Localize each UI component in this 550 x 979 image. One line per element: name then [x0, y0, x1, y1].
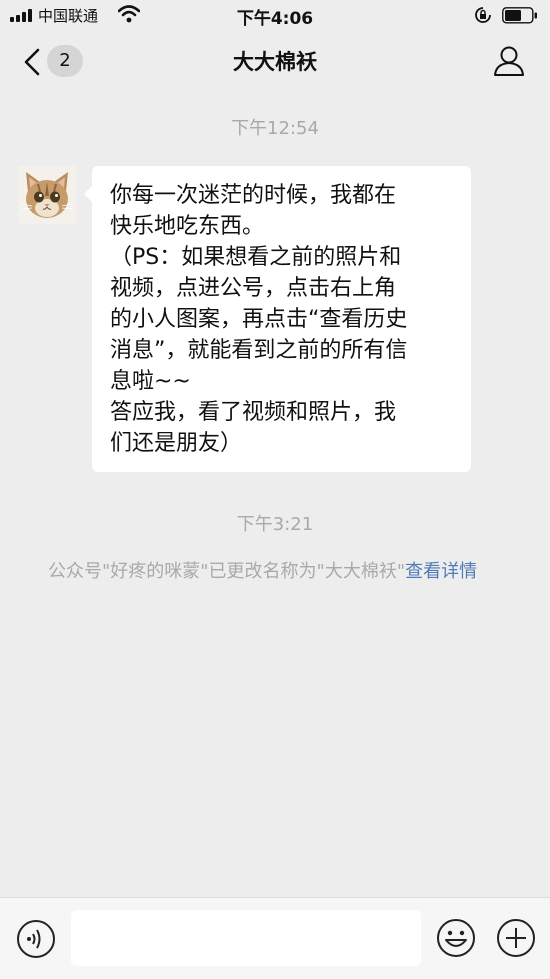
voice-button[interactable] [16, 919, 56, 959]
message-line: 快乐地吃东西。 [110, 214, 265, 239]
message-line: 们还是朋友） [110, 431, 243, 456]
message-line: （PS：如果想看之前的照片和 [110, 245, 402, 270]
rotation-lock-icon [475, 7, 491, 23]
message-line: 你每一次迷茫的时候，我都在 [110, 183, 397, 208]
view-details-link[interactable]: 查看详情 [405, 561, 477, 582]
emoji-button[interactable] [436, 918, 476, 958]
message-input[interactable] [71, 910, 421, 966]
message-line: 答应我，看了视频和照片，我 [110, 400, 397, 425]
message-line: 视频，点进公号，点击右上角 [110, 276, 397, 301]
profile-button[interactable] [492, 44, 526, 78]
status-time: 下午4:06 [236, 9, 314, 29]
message-line: 息啦~~ [110, 369, 191, 394]
status-bar: 中国联通 下午4:06 [0, 0, 550, 30]
page-title: 大大棉袄 [233, 50, 317, 74]
message-line: 的小人图案，再点击“查看历史 [110, 307, 408, 332]
input-bar [0, 897, 550, 979]
system-notice: 公众号"好疼的咪蒙"已更改名称为"大大棉袄"查看详情 [48, 559, 508, 585]
battery-icon [502, 7, 537, 24]
nav-bar: 2 大大棉袄 [0, 32, 550, 92]
more-options-button[interactable] [496, 918, 536, 958]
message-line: 消息”，就能看到之前的所有信 [110, 338, 408, 363]
message-bubble[interactable]: 你每一次迷茫的时候，我都在 快乐地吃东西。 （PS：如果想看之前的照片和 视频，… [84, 166, 471, 472]
system-notice-text: 公众号"好疼的咪蒙"已更改名称为"大大棉袄" [48, 561, 406, 582]
timestamp: 下午3:21 [236, 514, 314, 535]
cat-avatar[interactable] [18, 166, 76, 224]
timestamp: 下午12:54 [231, 118, 319, 139]
